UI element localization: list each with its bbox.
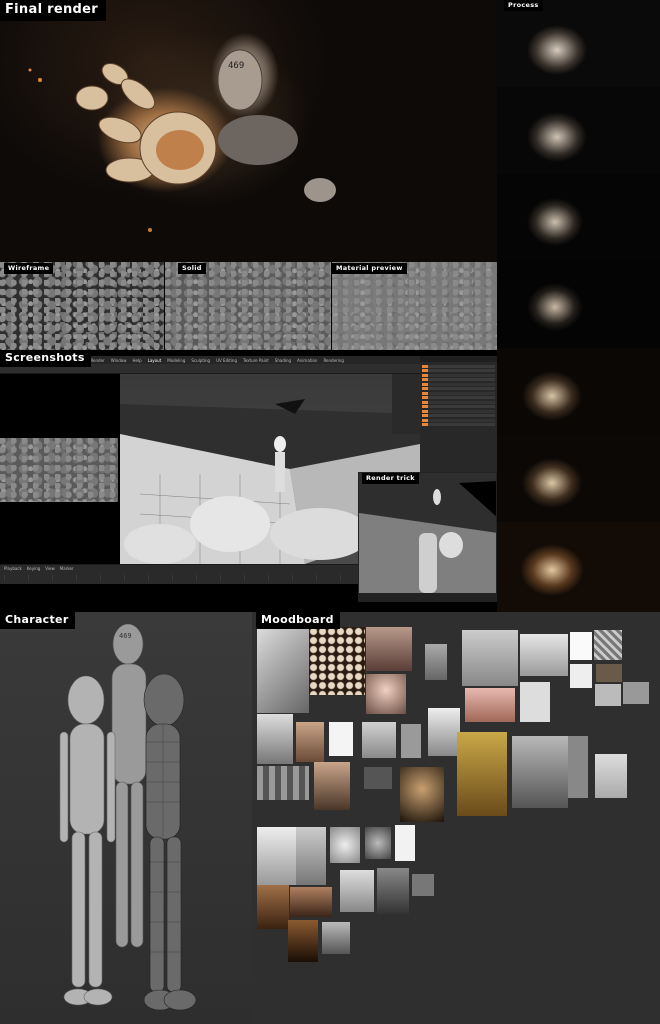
mood-thumb xyxy=(568,736,588,798)
mood-thumb xyxy=(400,767,444,822)
wireframe-label: Wireframe xyxy=(4,263,54,274)
mood-thumb xyxy=(290,887,332,917)
outliner xyxy=(420,356,497,476)
mood-thumb xyxy=(595,754,627,798)
mood-thumb xyxy=(257,827,297,885)
tab-uv-editing[interactable]: UV Editing xyxy=(216,358,237,363)
mood-thumb xyxy=(257,627,309,713)
n-panel xyxy=(392,374,420,434)
mood-thumb xyxy=(288,920,318,962)
final-render-svg: 469 xyxy=(28,49,336,232)
mood-thumb xyxy=(570,632,592,660)
mood-thumb xyxy=(309,627,365,695)
wireframe-view xyxy=(0,262,164,350)
character-figures: 469 xyxy=(59,623,197,1011)
svg-text:469: 469 xyxy=(228,61,244,71)
mood-thumb xyxy=(322,922,350,954)
mood-thumb xyxy=(364,767,392,789)
mood-thumb xyxy=(366,674,406,714)
mood-thumb xyxy=(395,825,415,861)
timeline-playback[interactable]: Playback xyxy=(4,566,22,571)
mood-thumb xyxy=(257,714,293,764)
mood-thumb xyxy=(457,732,507,816)
mood-thumb xyxy=(512,736,568,808)
mood-thumb xyxy=(314,762,350,810)
character-panel: 469 xyxy=(0,612,252,1024)
tab-layout[interactable]: Layout xyxy=(148,358,162,363)
mood-thumb xyxy=(377,868,409,914)
mood-thumb xyxy=(366,627,412,671)
mood-thumb xyxy=(425,644,447,680)
tab-rendering[interactable]: Rendering xyxy=(323,358,343,363)
mood-thumb xyxy=(596,664,622,682)
mood-thumb xyxy=(462,630,518,686)
process-step-6 xyxy=(497,435,660,522)
character-label: Character xyxy=(0,612,75,629)
svg-text:469: 469 xyxy=(119,632,132,640)
mood-thumb xyxy=(329,722,353,756)
timeline-marker[interactable]: Marker xyxy=(60,566,74,571)
mood-thumb xyxy=(330,827,360,863)
mood-thumb xyxy=(594,630,622,660)
mood-thumb xyxy=(520,682,550,722)
moodboard-panel xyxy=(252,612,660,1024)
tab-sculpting[interactable]: Sculpting xyxy=(191,358,210,363)
mood-thumb xyxy=(362,722,396,758)
process-step-5 xyxy=(497,348,660,435)
menu-window[interactable]: Window xyxy=(111,358,127,363)
material-preview-label: Material preview xyxy=(332,263,407,274)
menu-render[interactable]: Render xyxy=(90,358,104,363)
render-trick-view xyxy=(358,472,497,602)
left-render-panel xyxy=(0,374,118,564)
process-step-4 xyxy=(497,261,660,348)
tab-animation[interactable]: Animation xyxy=(297,358,317,363)
moodboard-label: Moodboard xyxy=(256,612,340,629)
mood-thumb xyxy=(340,870,374,912)
solid-view xyxy=(165,262,331,350)
final-render-label: Final render xyxy=(0,0,106,21)
mood-thumb xyxy=(257,885,289,929)
menu-help[interactable]: Help xyxy=(132,358,141,363)
tab-modeling[interactable]: Modeling xyxy=(167,358,185,363)
mood-thumb xyxy=(570,664,592,688)
mood-thumb xyxy=(365,827,391,859)
render-preview xyxy=(0,438,118,502)
timeline-view[interactable]: View xyxy=(45,566,55,571)
material-preview-view xyxy=(332,262,497,350)
process-step-2 xyxy=(497,87,660,174)
mood-thumb xyxy=(401,724,421,758)
mood-thumb xyxy=(428,708,460,756)
tab-texture-paint[interactable]: Texture Paint xyxy=(243,358,269,363)
final-render-image: 469 xyxy=(0,0,497,262)
process-step-3 xyxy=(497,174,660,261)
screenshots-label: Screenshots xyxy=(0,350,91,367)
blender-window: File Edit Render Window Help Layout Mode… xyxy=(0,350,497,612)
process-step-7 xyxy=(497,522,660,612)
mood-thumb xyxy=(412,874,434,896)
process-label: Process xyxy=(504,0,543,11)
solid-label: Solid xyxy=(178,263,206,274)
mood-thumb xyxy=(520,634,568,676)
mood-thumb xyxy=(257,766,309,800)
tab-shading[interactable]: Shading xyxy=(275,358,291,363)
mood-thumb xyxy=(595,684,621,706)
process-column xyxy=(497,0,660,612)
render-trick-label: Render trick xyxy=(362,473,419,484)
timeline[interactable]: Playback Keying View Marker xyxy=(0,564,358,584)
mood-thumb xyxy=(296,722,324,762)
outliner-rows xyxy=(420,362,497,429)
render-trick-scene xyxy=(359,473,496,601)
timeline-keying[interactable]: Keying xyxy=(27,566,40,571)
mood-thumb xyxy=(465,688,515,722)
mood-thumb xyxy=(623,682,649,704)
mood-thumb xyxy=(296,827,326,885)
process-step-1 xyxy=(497,0,660,87)
